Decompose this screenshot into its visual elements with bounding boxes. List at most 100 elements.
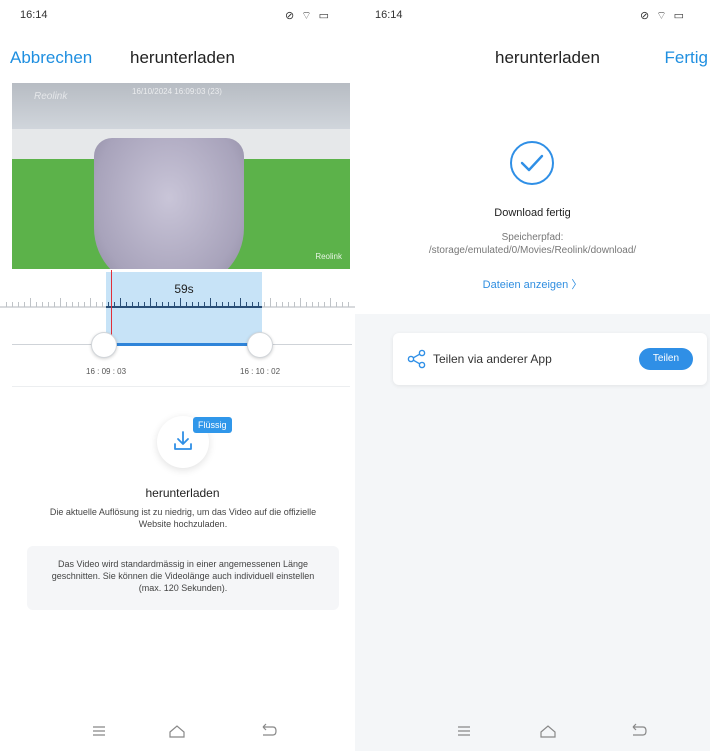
timeline-tick — [174, 302, 175, 307]
timeline-tick — [162, 302, 163, 307]
timeline-tick — [78, 302, 79, 307]
timeline-tick — [144, 302, 145, 307]
status-time: 16:14 — [20, 9, 48, 21]
timeline-tick — [186, 302, 187, 307]
share-card[interactable]: Teilen via anderer App Teilen — [393, 333, 707, 385]
timeline-tick — [48, 302, 49, 307]
timeline-tick — [264, 302, 265, 307]
timeline-tick — [300, 298, 301, 307]
nav-bar: herunterladen Fertig — [355, 30, 710, 78]
show-files-link[interactable]: Dateien anzeigen 〉 — [355, 276, 710, 292]
system-nav-bar — [0, 713, 355, 751]
status-icons: ⊘ ⌔ ▭ — [284, 10, 331, 22]
trim-track-selected — [106, 343, 262, 346]
timeline-tick — [210, 298, 211, 307]
timeline-tick — [312, 302, 313, 307]
timeline-tick — [276, 302, 277, 307]
status-icons: ⊘ ⌔ ▭ — [639, 10, 686, 22]
storage-path-value: /storage/emulated/0/Movies/Reolink/downl… — [428, 245, 637, 256]
trim-start-handle[interactable] — [91, 332, 117, 358]
timeline-tick — [102, 302, 103, 307]
status-time: 16:14 — [375, 9, 403, 21]
timeline-tick — [288, 302, 289, 307]
timeline-tick — [258, 302, 259, 307]
download-icon — [174, 431, 192, 450]
timeline-tick — [318, 302, 319, 307]
download-description: Die aktuelle Auflösung ist zu niedrig, u… — [49, 507, 317, 529]
divider — [12, 386, 350, 387]
timeline-tick — [12, 302, 13, 307]
timeline-tick — [156, 302, 157, 307]
timeline-tick — [222, 302, 223, 307]
home-icon[interactable] — [168, 723, 186, 739]
timeline-tick — [96, 302, 97, 307]
timeline-tick — [132, 302, 133, 307]
download-title: herunterladen — [145, 486, 220, 500]
page-title: herunterladen — [495, 48, 600, 67]
home-icon[interactable] — [539, 723, 557, 739]
timeline-tick — [42, 302, 43, 307]
timeline[interactable]: 59s 16 : 09 : 03 16 : 10 : 02 — [0, 270, 355, 380]
timeline-tick — [192, 302, 193, 307]
timeline-tick — [24, 302, 25, 307]
done-button[interactable]: Fertig — [665, 48, 708, 68]
timeline-tick — [30, 298, 31, 307]
timeline-tick — [282, 302, 283, 307]
timeline-tick — [252, 302, 253, 307]
share-label: Teilen via anderer App — [433, 352, 552, 366]
timeline-tick — [120, 298, 121, 307]
download-done-title: Download fertig — [494, 207, 571, 219]
timeline-tick — [330, 298, 331, 307]
back-icon[interactable] — [260, 723, 278, 739]
timeline-tick — [66, 302, 67, 307]
timeline-tick — [114, 302, 115, 307]
timeline-tick — [198, 302, 199, 307]
share-icon — [407, 349, 426, 369]
video-osd-logo: Reolink — [34, 91, 68, 102]
menu-icon[interactable] — [455, 723, 473, 739]
left-screen: 16:14 ⊘ ⌔ ▭ Abbrechen herunterladen Reol… — [0, 0, 355, 751]
trim-end-handle[interactable] — [247, 332, 273, 358]
timeline-tick — [216, 302, 217, 307]
timeline-tick — [150, 298, 151, 307]
quality-badge[interactable]: Flüssig — [193, 417, 232, 433]
timeline-tick — [324, 302, 325, 307]
video-osd-timestamp: 16/10/2024 16:09:03 (23) — [132, 87, 222, 96]
video-preview[interactable]: Reolink 16/10/2024 16:09:03 (23) Reolink — [12, 83, 350, 269]
share-button[interactable]: Teilen — [639, 348, 693, 370]
timeline-tick — [18, 302, 19, 307]
timeline-tick — [90, 298, 91, 307]
timeline-tick — [270, 298, 271, 307]
cancel-button[interactable]: Abbrechen — [10, 48, 92, 68]
status-bar: 16:14 ⊘ ⌔ ▭ — [0, 0, 355, 30]
timeline-tick — [126, 302, 127, 307]
timeline-tick — [306, 302, 307, 307]
video-object — [94, 138, 244, 269]
timeline-tick — [36, 302, 37, 307]
status-bar: 16:14 ⊘ ⌔ ▭ — [355, 0, 710, 30]
check-circle-icon — [510, 141, 554, 185]
timeline-tick — [228, 302, 229, 307]
trim-start-time: 16 : 09 : 03 — [86, 367, 127, 376]
timeline-tick — [240, 298, 241, 307]
storage-path-label: Speicherpfad: — [501, 232, 564, 243]
timeline-tick — [180, 298, 181, 307]
timeline-tick — [294, 302, 295, 307]
timeline-tick — [72, 302, 73, 307]
trim-end-time: 16 : 10 : 02 — [240, 367, 281, 376]
menu-icon[interactable] — [90, 723, 108, 739]
info-text: Das Video wird standardmässig in einer a… — [51, 559, 315, 593]
timeline-tick — [234, 302, 235, 307]
timeline-tick — [138, 302, 139, 307]
timeline-tick — [84, 302, 85, 307]
timeline-tick — [246, 302, 247, 307]
back-icon[interactable] — [630, 723, 648, 739]
info-box: Das Video wird standardmässig in einer a… — [27, 546, 339, 610]
video-osd-watermark: Reolink — [315, 252, 342, 261]
timeline-tick — [6, 302, 7, 307]
right-screen: 16:14 ⊘ ⌔ ▭ herunterladen Fertig Downloa… — [355, 0, 710, 751]
page-title: herunterladen — [130, 48, 235, 67]
timeline-tick — [168, 302, 169, 307]
timeline-tick — [54, 302, 55, 307]
system-nav-bar — [355, 713, 710, 751]
